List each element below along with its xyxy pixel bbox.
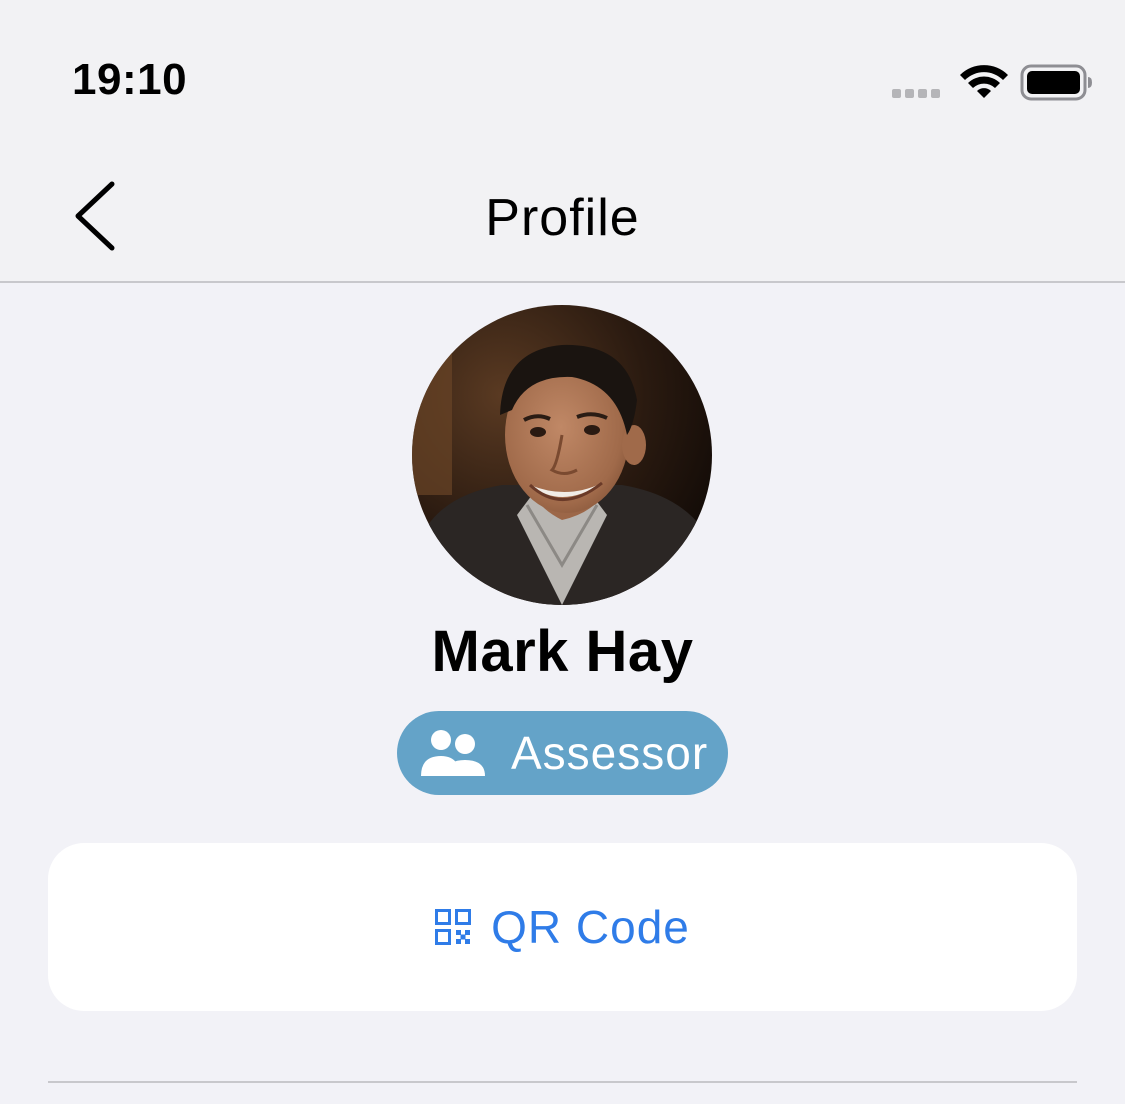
status-time: 19:10 (72, 55, 188, 104)
avatar (412, 305, 712, 605)
wifi-icon (960, 65, 1008, 98)
people-icon (421, 730, 485, 776)
signal-dots-icon (892, 89, 940, 98)
status-bar: 19:10 (0, 0, 1125, 140)
qr-code-button[interactable]: QR Code (48, 843, 1077, 1011)
profile-name: Mark Hay (431, 619, 694, 684)
role-badge: Assessor (397, 711, 728, 795)
qr-code-icon (435, 909, 472, 945)
battery-icon (1020, 64, 1092, 101)
role-label: Assessor (511, 727, 709, 779)
navigation-bar: Profile (0, 140, 1125, 283)
qr-code-label: QR Code (491, 901, 690, 953)
divider (48, 1081, 1077, 1083)
page-title: Profile (485, 189, 640, 247)
